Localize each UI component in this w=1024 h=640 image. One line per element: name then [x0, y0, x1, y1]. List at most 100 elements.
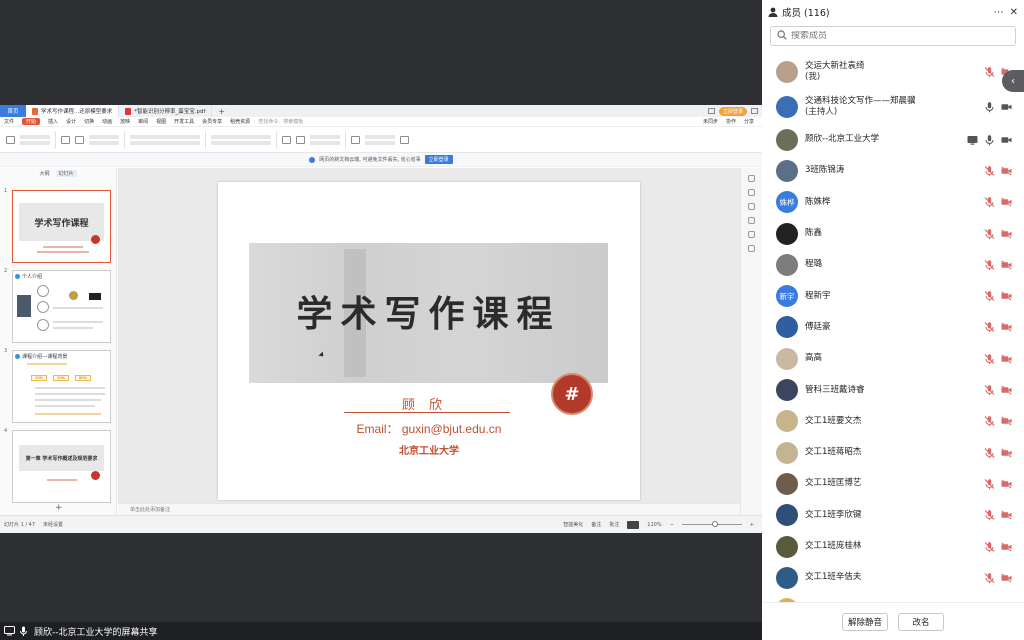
property-icon[interactable] [748, 175, 755, 182]
camera-icon[interactable] [1001, 134, 1012, 145]
slideshow-tool[interactable] [61, 135, 70, 144]
current-slide[interactable]: 学术写作课程 # 顾欣 Email： guxin@bjut.edu.cn 北京工… [218, 182, 640, 500]
layout-tool[interactable] [89, 134, 119, 145]
style-icon[interactable] [748, 189, 755, 196]
microphone-muted-icon[interactable] [984, 165, 995, 177]
doc-tab-pdf[interactable]: *智能识别分辨率_蛋宝宝.pdf [119, 105, 213, 117]
more-icon[interactable]: ⋯ [994, 7, 1004, 18]
zoom-knob[interactable] [711, 521, 718, 527]
member-row[interactable]: 交工1班庞桂林 [762, 531, 1024, 562]
doc-tab-course[interactable]: 学术写作课程...还原模型要求 [26, 105, 120, 117]
collapse-panel-button[interactable]: ‹ [1002, 70, 1024, 92]
notice-login-button[interactable]: 立即登录 [424, 155, 453, 164]
camera-off-icon[interactable] [1001, 322, 1012, 333]
picture-tools[interactable] [310, 134, 340, 145]
help-icon[interactable] [748, 231, 755, 238]
smart-beautify-button[interactable]: 智能美化 [563, 521, 583, 528]
present-tool[interactable] [351, 135, 360, 144]
slide-thumb-3[interactable]: 课程介绍---课程背景 10% 10% 80% [12, 350, 111, 423]
slide-thumb-1[interactable]: 学术写作课程 [12, 190, 111, 263]
find-replace-tools[interactable] [365, 134, 395, 145]
comments-toggle[interactable]: 批注 [609, 521, 619, 528]
member-row[interactable]: 程璐 [762, 249, 1024, 280]
search-input[interactable] [791, 31, 991, 41]
unmute-all-button[interactable]: 解除静音 [842, 612, 888, 631]
member-row[interactable]: 交运大新社袁绮 (我) [762, 54, 1024, 89]
menu-start[interactable]: 开始 [22, 118, 41, 125]
paragraph-tools[interactable] [211, 134, 271, 145]
microphone-muted-icon[interactable] [984, 228, 995, 239]
play-slideshow-icon[interactable] [627, 520, 640, 529]
member-row[interactable]: 新宇 程新宇 [762, 280, 1024, 311]
new-tab-button[interactable]: + [212, 105, 231, 117]
location-icon[interactable] [748, 245, 755, 252]
cut-copy-tools[interactable] [20, 134, 50, 145]
select-tool[interactable] [400, 135, 409, 144]
member-row[interactable]: 交工1班李欣键 [762, 500, 1024, 531]
menu-member[interactable]: 会员专享 [202, 118, 222, 125]
textbox-tool[interactable] [282, 135, 291, 144]
microphone-muted-icon[interactable] [984, 353, 995, 365]
collab-button[interactable]: 协作 [726, 118, 736, 125]
menu-design[interactable]: 设计 [66, 118, 76, 125]
menu-file[interactable]: 文件 [4, 118, 14, 125]
camera-off-icon[interactable] [1001, 165, 1012, 176]
member-row[interactable]: 交工1班匡博艺 [762, 468, 1024, 499]
new-slide-tool[interactable] [75, 135, 84, 144]
login-button[interactable]: 立即登录 [718, 106, 747, 116]
notes-toggle[interactable]: 备注 [591, 521, 601, 528]
microphone-icon[interactable] [984, 101, 995, 112]
slide-thumb-4[interactable]: 第一章 学术写作概述及规范要求 [12, 430, 111, 503]
font-tools[interactable] [130, 134, 200, 145]
add-slide-button[interactable]: + [55, 503, 63, 513]
microphone-muted-icon[interactable] [984, 541, 995, 552]
member-row[interactable]: 傅廷豪 [762, 312, 1024, 343]
sync-status[interactable]: 未同步 [703, 118, 718, 125]
microphone-icon[interactable] [984, 134, 995, 145]
minimize-icon[interactable] [751, 108, 758, 114]
member-row[interactable]: 高高 [762, 343, 1024, 374]
microphone-muted-icon[interactable] [984, 322, 995, 333]
command-search[interactable]: 查找命令、搜索模板 [258, 118, 303, 125]
notes-pane[interactable]: 单击此处添加备注 [118, 503, 740, 515]
camera-off-icon[interactable] [1001, 447, 1012, 458]
member-row[interactable]: 3班陈锦涛 [762, 155, 1024, 186]
microphone-muted-icon[interactable] [984, 572, 995, 584]
rename-button[interactable]: 改名 [898, 612, 944, 631]
camera-off-icon[interactable] [1001, 228, 1012, 239]
menu-animation[interactable]: 动画 [102, 118, 112, 125]
camera-off-icon[interactable] [1001, 572, 1012, 583]
member-row[interactable]: 交工1班辛佶夫 [762, 562, 1024, 593]
microphone-muted-icon[interactable] [984, 197, 995, 208]
camera-off-icon[interactable] [1001, 197, 1012, 208]
camera-off-icon[interactable] [1001, 541, 1012, 552]
microphone-muted-icon[interactable] [984, 385, 995, 396]
zoom-in-button[interactable]: + [750, 522, 754, 528]
slide-thumb-2[interactable]: 个人介绍 [12, 270, 111, 343]
menu-view[interactable]: 视图 [156, 118, 166, 125]
member-row[interactable]: 管科三班戴诗睿 [762, 374, 1024, 405]
home-tab[interactable]: 首页 [0, 105, 26, 117]
member-row[interactable]: 姝桦 陈姝桦 [762, 187, 1024, 218]
camera-off-icon[interactable] [1001, 416, 1012, 427]
microphone-muted-icon[interactable] [984, 447, 995, 458]
settings-icon[interactable] [748, 217, 755, 224]
zoom-slider[interactable] [681, 521, 742, 527]
tab-outline[interactable]: 大纲 [39, 170, 49, 177]
member-search-box[interactable] [770, 26, 1016, 46]
member-row[interactable]: 交工1班要文杰 [762, 406, 1024, 437]
share-button[interactable]: 分享 [744, 118, 754, 125]
close-icon[interactable]: ✕ [1010, 7, 1018, 18]
member-row[interactable]: 陈鑫 [762, 218, 1024, 249]
microphone-muted-icon[interactable] [984, 478, 995, 490]
microphone-muted-icon[interactable] [984, 66, 995, 77]
camera-icon[interactable] [1001, 101, 1012, 112]
camera-off-icon[interactable] [1001, 353, 1012, 364]
menu-transition[interactable]: 切换 [84, 118, 94, 125]
camera-off-icon[interactable] [1001, 385, 1012, 396]
menu-review[interactable]: 审阅 [138, 118, 148, 125]
menu-insert[interactable]: 插入 [48, 118, 58, 125]
shape-tool[interactable] [296, 135, 305, 144]
microphone-muted-icon[interactable] [984, 416, 995, 427]
member-row[interactable]: 顾欣--北京工业大学 [762, 124, 1024, 155]
